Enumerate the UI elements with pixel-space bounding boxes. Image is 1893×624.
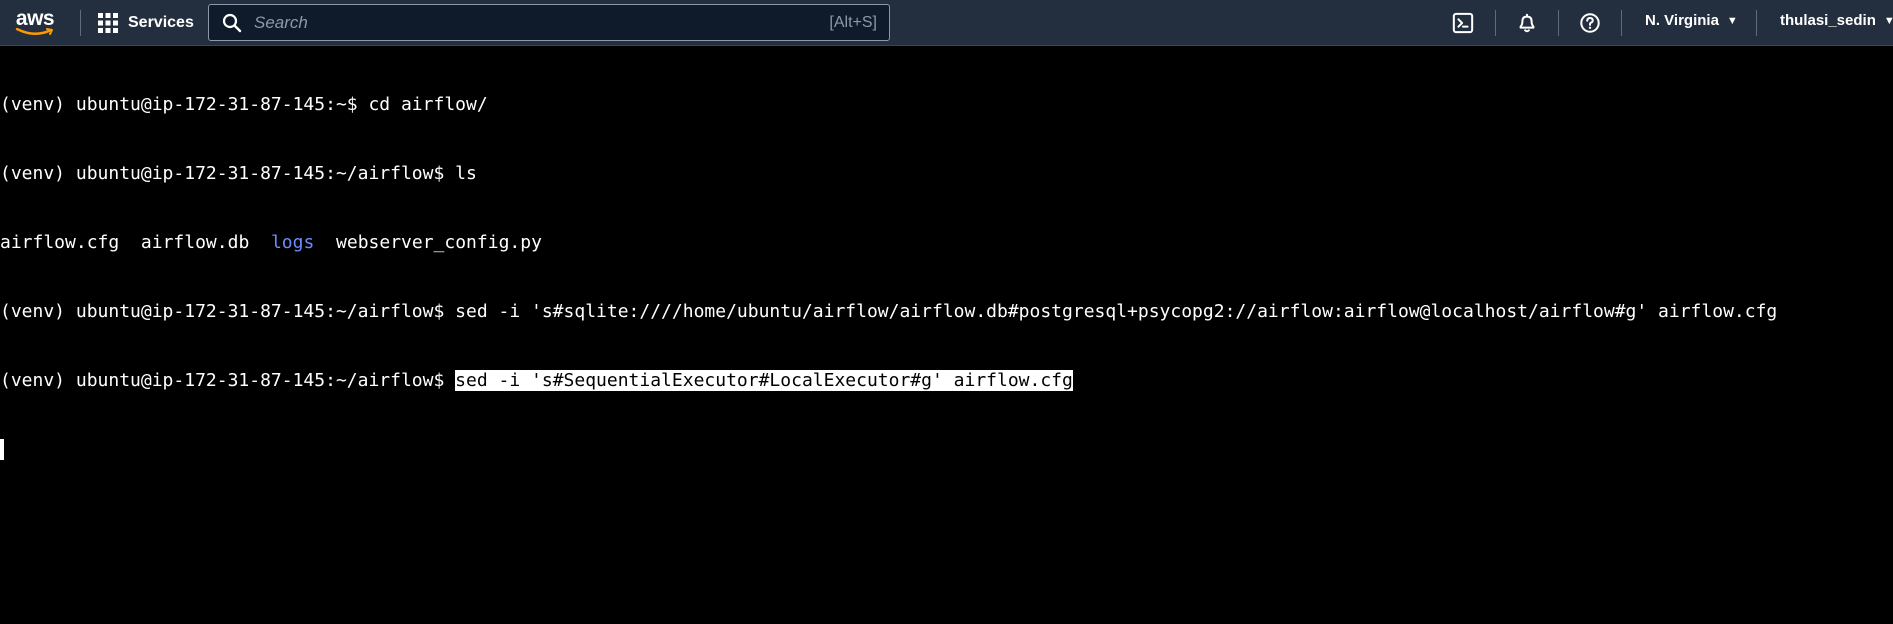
topbar-divider (80, 9, 81, 36)
help-button[interactable] (1578, 11, 1602, 35)
topbar-divider (1621, 10, 1622, 36)
grid-icon (98, 12, 118, 33)
services-menu-button[interactable]: Services (97, 12, 194, 34)
cloudshell-button[interactable] (1451, 11, 1475, 35)
region-label: N. Virginia (1645, 12, 1719, 29)
ls-entry: webserver_config.py (336, 232, 542, 253)
topbar-divider (1558, 10, 1559, 36)
bell-icon (1519, 13, 1535, 33)
ls-entry: airflow.cfg (0, 232, 120, 253)
services-label: Services (128, 13, 194, 31)
aws-console-topbar: aws Services Search [Alt+S] N. Virginia … (0, 0, 1893, 46)
ls-directory-entry: logs (270, 232, 315, 253)
terminal-line: (venv) ubuntu@ip-172-31-87-145:~/airflow… (0, 301, 1778, 322)
notifications-button[interactable] (1515, 11, 1539, 35)
search-shortcut-hint: [Alt+S] (829, 13, 877, 31)
search-placeholder: Search (254, 12, 308, 32)
topbar-divider (1495, 10, 1496, 36)
terminal-output[interactable]: (venv) ubuntu@ip-172-31-87-145:~$ cd air… (0, 47, 1893, 624)
terminal-line: (venv) ubuntu@ip-172-31-87-145:~$ cd air… (0, 94, 488, 115)
topbar-divider (1756, 10, 1757, 36)
account-menu[interactable]: thulasi_sedin ▼ (1780, 12, 1893, 29)
aws-logo-text: aws (15, 6, 55, 30)
caret-down-icon: ▼ (1883, 14, 1893, 27)
caret-down-icon: ▼ (1726, 14, 1738, 27)
terminal-cursor (0, 439, 4, 460)
aws-logo[interactable]: aws (0, 0, 70, 46)
search-icon (222, 13, 242, 32)
selected-command-text[interactable]: sed -i 's#SequentialExecutor#LocalExecut… (455, 370, 1073, 391)
search-input[interactable]: Search [Alt+S] (208, 4, 890, 41)
terminal-line: (venv) ubuntu@ip-172-31-87-145:~/airflow… (0, 163, 477, 184)
ls-entry: airflow.db (140, 232, 250, 253)
user-label: thulasi_sedin (1780, 12, 1876, 29)
terminal-line-current-command: (venv) ubuntu@ip-172-31-87-145:~/airflow… (0, 369, 1893, 392)
terminal-line-ls-output: airflow.cfg airflow.db logs webserver_co… (0, 231, 1893, 254)
terminal-prompt: (venv) ubuntu@ip-172-31-87-145:~/airflow… (0, 370, 456, 391)
region-selector[interactable]: N. Virginia ▼ (1645, 12, 1738, 29)
cloudshell-icon (1452, 12, 1474, 34)
terminal-cursor-line (0, 438, 1893, 461)
aws-smile-icon (15, 27, 53, 35)
help-icon (1580, 13, 1600, 33)
